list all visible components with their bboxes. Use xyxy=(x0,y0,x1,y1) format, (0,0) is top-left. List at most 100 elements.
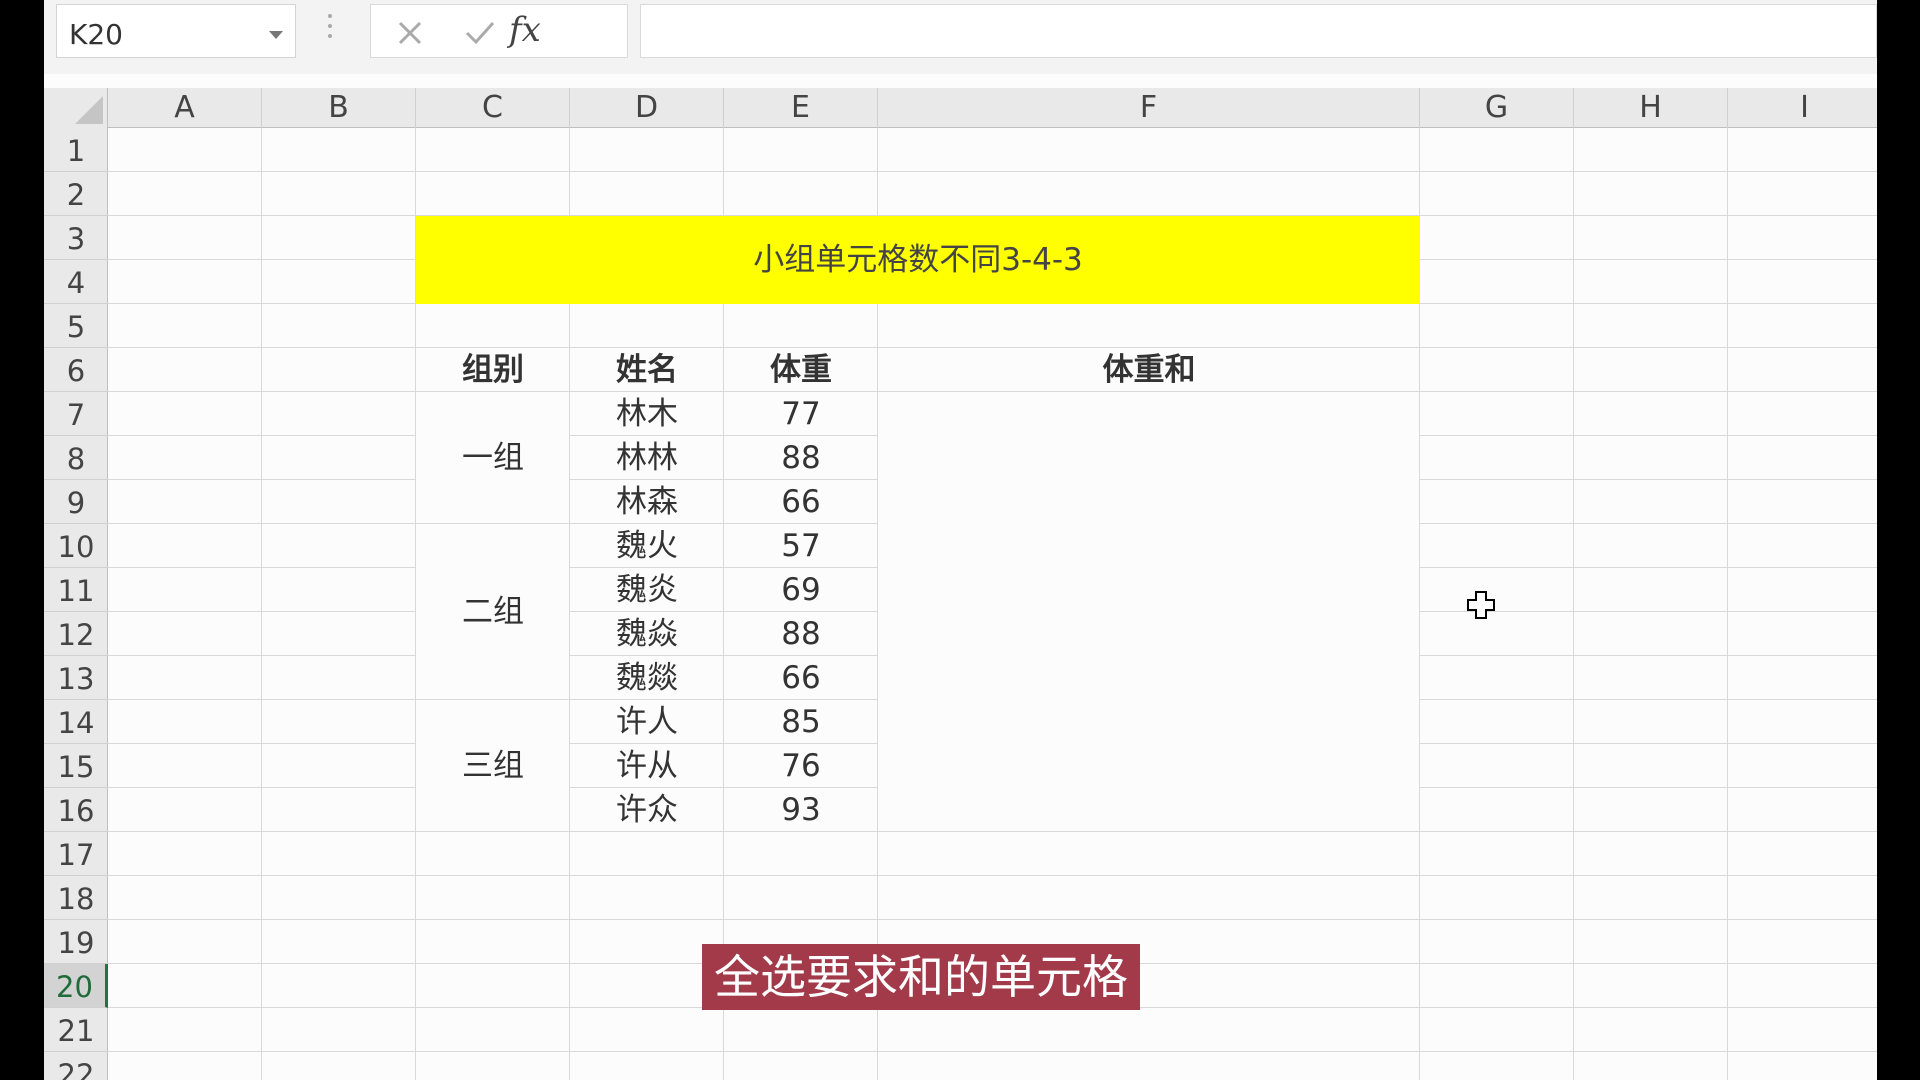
cell-g8[interactable] xyxy=(1420,436,1574,480)
check-icon[interactable] xyxy=(463,18,497,48)
cell-h18[interactable] xyxy=(1574,876,1728,920)
cell-c18[interactable] xyxy=(416,876,570,920)
sheet-title[interactable]: 小组单元格数不同3-4-3 xyxy=(416,216,1420,304)
row-header-22[interactable]: 22 xyxy=(44,1052,108,1080)
cell-b13[interactable] xyxy=(262,656,416,700)
cell-g19[interactable] xyxy=(1420,920,1574,964)
cell-g10[interactable] xyxy=(1420,524,1574,568)
cell-h5[interactable] xyxy=(1574,304,1728,348)
cell-b16[interactable] xyxy=(262,788,416,832)
cell-d2[interactable] xyxy=(570,172,724,216)
cell-a12[interactable] xyxy=(108,612,262,656)
cell-g3[interactable] xyxy=(1420,216,1574,260)
member-name[interactable]: 许人 xyxy=(570,700,724,744)
cell-e1[interactable] xyxy=(724,128,878,172)
column-header-h[interactable]: H xyxy=(1574,88,1728,128)
cell-i16[interactable] xyxy=(1728,788,1877,832)
cell-i11[interactable] xyxy=(1728,568,1877,612)
row-header-20[interactable]: 20 xyxy=(44,964,108,1008)
cell-h15[interactable] xyxy=(1574,744,1728,788)
cell-d18[interactable] xyxy=(570,876,724,920)
cell-h4[interactable] xyxy=(1574,260,1728,304)
cell-d20[interactable] xyxy=(570,964,724,1008)
cell-i7[interactable] xyxy=(1728,392,1877,436)
chevron-down-icon[interactable] xyxy=(269,31,283,39)
cell-a8[interactable] xyxy=(108,436,262,480)
cell-f22[interactable] xyxy=(878,1052,1420,1080)
column-header-c[interactable]: C xyxy=(416,88,570,128)
cell-h3[interactable] xyxy=(1574,216,1728,260)
column-header-e[interactable]: E xyxy=(724,88,878,128)
cell-c17[interactable] xyxy=(416,832,570,876)
cell-d1[interactable] xyxy=(570,128,724,172)
cell-b4[interactable] xyxy=(262,260,416,304)
member-weight[interactable]: 69 xyxy=(724,568,878,612)
row-header-11[interactable]: 11 xyxy=(44,568,108,612)
cell-c1[interactable] xyxy=(416,128,570,172)
cell-h16[interactable] xyxy=(1574,788,1728,832)
cell-i22[interactable] xyxy=(1728,1052,1877,1080)
cell-h2[interactable] xyxy=(1574,172,1728,216)
row-header-19[interactable]: 19 xyxy=(44,920,108,964)
cell-a17[interactable] xyxy=(108,832,262,876)
cell-b7[interactable] xyxy=(262,392,416,436)
row-header-4[interactable]: 4 xyxy=(44,260,108,304)
cell-g13[interactable] xyxy=(1420,656,1574,700)
member-name[interactable]: 魏燚 xyxy=(570,656,724,700)
cell-e21[interactable] xyxy=(724,1008,878,1052)
cell-i14[interactable] xyxy=(1728,700,1877,744)
cell-g1[interactable] xyxy=(1420,128,1574,172)
member-weight[interactable]: 88 xyxy=(724,612,878,656)
row-header-2[interactable]: 2 xyxy=(44,172,108,216)
cell-g22[interactable] xyxy=(1420,1052,1574,1080)
cell-a2[interactable] xyxy=(108,172,262,216)
row-header-18[interactable]: 18 xyxy=(44,876,108,920)
cell-a5[interactable] xyxy=(108,304,262,348)
row-header-16[interactable]: 16 xyxy=(44,788,108,832)
member-weight[interactable]: 85 xyxy=(724,700,878,744)
column-header-g[interactable]: G xyxy=(1420,88,1574,128)
cell-h13[interactable] xyxy=(1574,656,1728,700)
row-header-8[interactable]: 8 xyxy=(44,436,108,480)
cell-h14[interactable] xyxy=(1574,700,1728,744)
cell-b2[interactable] xyxy=(262,172,416,216)
cell-e2[interactable] xyxy=(724,172,878,216)
cell-g17[interactable] xyxy=(1420,832,1574,876)
cell-g12[interactable] xyxy=(1420,612,1574,656)
cell-a19[interactable] xyxy=(108,920,262,964)
name-box[interactable]: K20 xyxy=(56,4,296,58)
cell-g20[interactable] xyxy=(1420,964,1574,1008)
cell-f18[interactable] xyxy=(878,876,1420,920)
cell-b15[interactable] xyxy=(262,744,416,788)
cell-f5[interactable] xyxy=(878,304,1420,348)
cell-b1[interactable] xyxy=(262,128,416,172)
cell-g7[interactable] xyxy=(1420,392,1574,436)
cell-e17[interactable] xyxy=(724,832,878,876)
cell-c22[interactable] xyxy=(416,1052,570,1080)
row-header-12[interactable]: 12 xyxy=(44,612,108,656)
cell-g5[interactable] xyxy=(1420,304,1574,348)
row-header-6[interactable]: 6 xyxy=(44,348,108,392)
cell-g14[interactable] xyxy=(1420,700,1574,744)
cell-a18[interactable] xyxy=(108,876,262,920)
cell-a21[interactable] xyxy=(108,1008,262,1052)
member-name[interactable]: 魏焱 xyxy=(570,612,724,656)
cell-d17[interactable] xyxy=(570,832,724,876)
cell-d19[interactable] xyxy=(570,920,724,964)
cell-h7[interactable] xyxy=(1574,392,1728,436)
row-header-15[interactable]: 15 xyxy=(44,744,108,788)
cell-e22[interactable] xyxy=(724,1052,878,1080)
cell-b22[interactable] xyxy=(262,1052,416,1080)
column-header-i[interactable]: I xyxy=(1728,88,1877,128)
weight-sum-merged-cell[interactable] xyxy=(878,392,1420,832)
cell-h20[interactable] xyxy=(1574,964,1728,1008)
cell-b21[interactable] xyxy=(262,1008,416,1052)
member-weight[interactable]: 77 xyxy=(724,392,878,436)
cell-b5[interactable] xyxy=(262,304,416,348)
cell-a9[interactable] xyxy=(108,480,262,524)
cell-a6[interactable] xyxy=(108,348,262,392)
cell-i18[interactable] xyxy=(1728,876,1877,920)
cell-b3[interactable] xyxy=(262,216,416,260)
cell-i6[interactable] xyxy=(1728,348,1877,392)
cell-b19[interactable] xyxy=(262,920,416,964)
